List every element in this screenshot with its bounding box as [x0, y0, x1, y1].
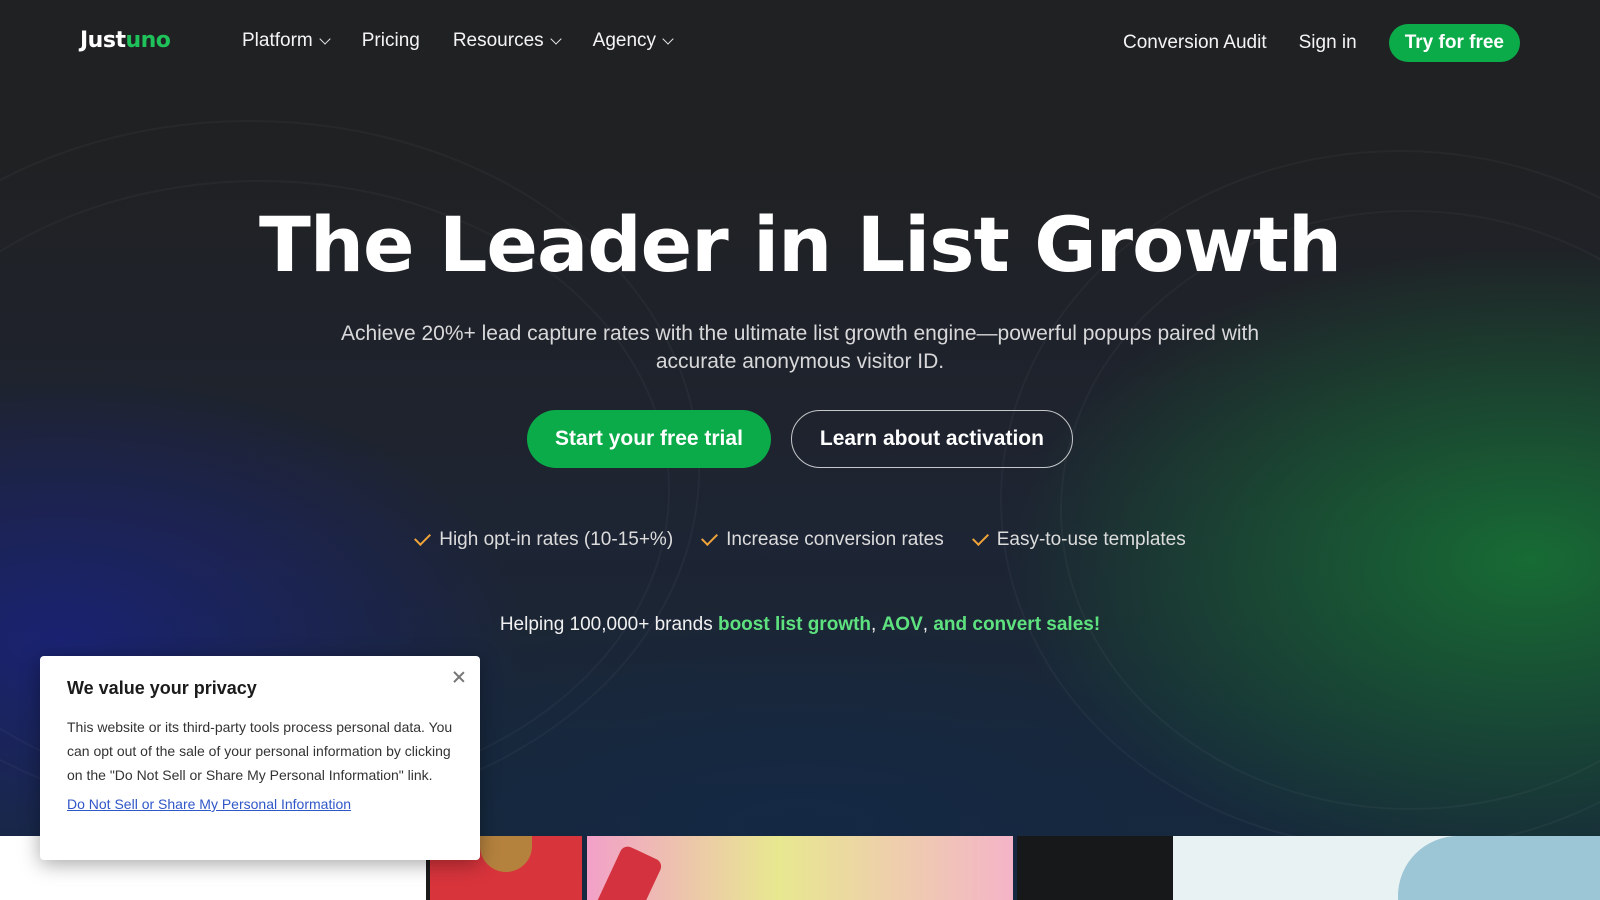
- tagline-highlight-aov: AOV: [881, 614, 923, 635]
- privacy-dialog-title: We value your privacy: [67, 678, 257, 698]
- sign-in-link[interactable]: Sign in: [1299, 32, 1357, 54]
- brands-tagline: Helping 100,000+ brands boost list growt…: [0, 614, 1600, 636]
- feature-list: High opt-in rates (10-15+%) Increase con…: [0, 528, 1600, 551]
- feature-item: Easy-to-use templates: [971, 528, 1186, 551]
- tagline-highlight-list-growth: boost list growth: [717, 614, 872, 635]
- conversion-audit-link[interactable]: Conversion Audit: [1123, 32, 1267, 54]
- cat-image: [480, 836, 532, 872]
- nav-item-label: Pricing: [361, 30, 420, 51]
- tagline-prefix: Helping 100,000+ brands: [499, 614, 718, 635]
- popup-preview-dark: [1017, 836, 1173, 900]
- nav-item-resources[interactable]: Resources: [452, 30, 562, 52]
- check-icon: [971, 528, 989, 546]
- chevron-down-icon: [549, 32, 562, 45]
- feature-item: Increase conversion rates: [701, 528, 944, 551]
- logo-text-part1: Just: [80, 28, 126, 53]
- check-icon: [414, 528, 432, 546]
- feature-label: High opt-in rates (10-15+%): [439, 529, 674, 550]
- nav-item-platform[interactable]: Platform: [242, 30, 331, 52]
- do-not-sell-link[interactable]: Do Not Sell or Share My Personal Informa…: [67, 796, 453, 812]
- chevron-down-icon: [662, 32, 674, 45]
- soda-can-image: [594, 843, 664, 900]
- nav-item-pricing[interactable]: Pricing: [362, 30, 420, 52]
- hero-title: The Leader in List Growth: [259, 200, 1342, 289]
- popup-preview-light: [1173, 836, 1600, 900]
- nav-item-label: Agency: [592, 30, 657, 51]
- landing-page: Justuno Platform Pricing Resources Agenc…: [0, 0, 1600, 900]
- feature-item: High opt-in rates (10-15+%): [414, 528, 674, 551]
- top-navigation: Justuno Platform Pricing Resources Agenc…: [0, 0, 1600, 86]
- tagline-separator: ,: [871, 614, 882, 635]
- check-icon: [701, 528, 719, 546]
- popup-preview-blue-shape: [1398, 836, 1600, 900]
- privacy-dialog-body: This website or its third-party tools pr…: [67, 719, 453, 783]
- learn-about-activation-button[interactable]: Learn about activation: [790, 410, 1073, 468]
- nav-item-agency[interactable]: Agency: [592, 30, 674, 52]
- close-icon[interactable]: [452, 670, 466, 684]
- main-menu: Platform Pricing Resources Agency: [242, 30, 674, 52]
- chevron-down-icon: [319, 32, 331, 45]
- popup-preview-gradient: [587, 836, 1013, 900]
- nav-actions: Conversion Audit Sign in Try for free: [1123, 24, 1520, 62]
- justuno-logo[interactable]: Justuno: [80, 28, 171, 53]
- hero-subtitle: Achieve 20%+ lead capture rates with the…: [340, 322, 1260, 373]
- feature-label: Increase conversion rates: [726, 529, 944, 550]
- try-for-free-button[interactable]: Try for free: [1388, 24, 1520, 62]
- tagline-separator: ,: [922, 614, 934, 635]
- feature-label: Easy-to-use templates: [996, 529, 1186, 550]
- logo-text-part2: uno: [125, 28, 171, 53]
- tagline-highlight-convert-sales: and convert sales!: [933, 614, 1101, 635]
- privacy-consent-dialog: We value your privacy This website or it…: [40, 656, 480, 860]
- start-free-trial-button[interactable]: Start your free trial: [527, 410, 771, 468]
- hero-cta-row: Start your free trial Learn about activa…: [0, 410, 1600, 468]
- nav-item-label: Resources: [452, 30, 544, 51]
- nav-item-label: Platform: [242, 30, 313, 51]
